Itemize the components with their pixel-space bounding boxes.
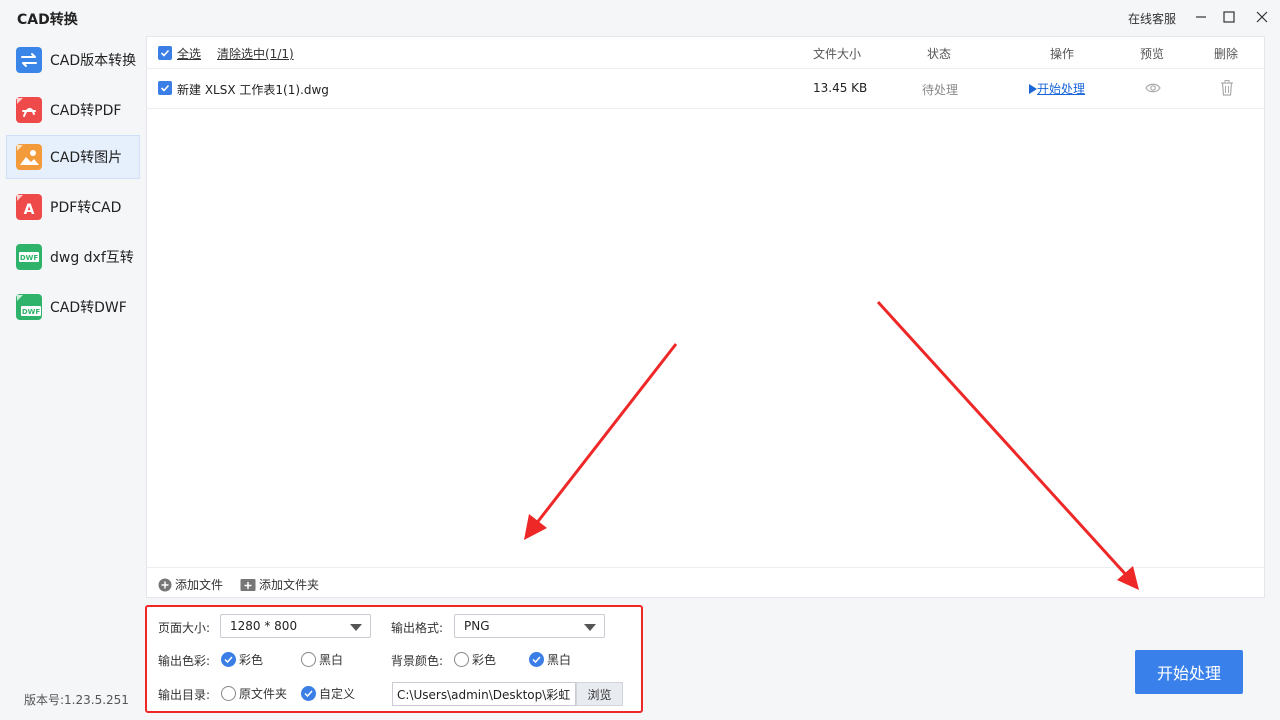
maximize-icon[interactable] [1218,6,1240,28]
start-process-link[interactable]: 开始处理 [1028,80,1085,97]
radio-label: 原文件夹 [239,687,288,701]
radio-label: 黑白 [547,653,572,667]
color-radio-color[interactable]: 彩色 [221,651,263,668]
dwf-icon: DWF [16,244,42,270]
file-size: 13.45 KB [813,81,868,95]
add-file-button[interactable]: 添加文件 [158,576,223,593]
sidebar-item-label: dwg dxf互转 [50,250,134,266]
file-name: 新建 XLSX 工作表1(1).dwg [177,83,329,97]
select-all-checkbox[interactable] [158,46,172,60]
online-service-link[interactable]: 在线客服 [1128,10,1176,27]
browse-button[interactable]: 浏览 [576,682,623,706]
page-size-select[interactable]: 1280 * 800 [220,614,371,638]
file-list-header: 全选 清除选中(1/1) 文件大小 状态 操作 预览 删除 [147,37,1264,69]
sidebar-item-cad-to-image[interactable]: CAD转图片 [6,135,140,179]
sidebar-item-label: CAD转图片 [50,150,123,166]
column-header-preview: 预览 [1140,47,1165,61]
radio-unchecked-icon [301,652,316,667]
play-icon [1029,83,1037,94]
dwf-icon: DWF [16,294,42,320]
radio-label: 自定义 [319,687,356,701]
output-settings-panel: 页面大小: 1280 * 800 输出格式: PNG 输出色彩: 彩色 黑白 背… [145,605,643,713]
output-dir-label: 输出目录: [158,688,211,702]
radio-label: 彩色 [239,653,264,667]
format-value: PNG [464,619,490,633]
sidebar-item-cad-to-dwf[interactable]: DWF CAD转DWF [6,285,140,329]
title-bar: CAD转换 在线客服 [0,0,1280,36]
select-all-link[interactable]: 全选 [177,45,201,62]
column-header-status: 状态 [927,47,952,61]
clear-selection-link[interactable]: 清除选中(1/1) [217,45,294,62]
pdf-icon [16,97,42,123]
svg-text:A: A [24,202,35,218]
dir-radio-custom[interactable]: 自定义 [301,685,355,702]
page-size-label: 页面大小: [158,621,211,635]
dir-radio-original[interactable]: 原文件夹 [221,685,287,702]
column-header-size: 文件大小 [813,47,862,61]
table-row: 新建 XLSX 工作表1(1).dwg 13.45 KB 待处理 开始处理 [147,69,1264,109]
sidebar-item-label: CAD版本转换 [50,53,137,69]
radio-checked-icon [221,652,236,667]
file-status: 待处理 [922,83,959,97]
radio-label: 黑白 [319,653,344,667]
plus-circle-icon [158,578,172,591]
page-size-value: 1280 * 800 [230,619,298,633]
sidebar-item-label: CAD转PDF [50,103,122,119]
version-convert-icon [16,47,42,73]
format-select[interactable]: PNG [454,614,605,638]
chevron-down-icon [584,624,596,631]
bg-color-label: 背景颜色: [391,654,444,668]
add-folder-label: 添加文件夹 [259,578,320,592]
sidebar-item-cad-version[interactable]: CAD版本转换 [6,38,140,82]
svg-text:DWF: DWF [20,254,39,262]
pdf-to-cad-icon: A [16,194,42,220]
sidebar: CAD版本转换 CAD转PDF CAD转图片 A PDF转CAD DWF dwg… [0,36,146,720]
bg-radio-bw[interactable]: 黑白 [529,651,571,668]
file-list-footer: 添加文件 添加文件夹 [147,567,1264,599]
format-label: 输出格式: [391,621,444,635]
bg-radio-color[interactable]: 彩色 [454,651,496,668]
column-header-action: 操作 [1050,47,1075,61]
sidebar-item-label: PDF转CAD [50,200,122,216]
sidebar-item-pdf-to-cad[interactable]: A PDF转CAD [6,185,140,229]
sidebar-item-label: CAD转DWF [50,300,127,316]
minimize-icon[interactable] [1190,6,1212,28]
file-list-panel: 全选 清除选中(1/1) 文件大小 状态 操作 预览 删除 新建 XLSX 工作… [146,36,1265,598]
radio-checked-icon [301,686,316,701]
column-header-delete: 删除 [1214,47,1239,61]
start-process-button[interactable]: 开始处理 [1135,650,1243,694]
radio-unchecked-icon [454,652,469,667]
radio-label: 彩色 [472,653,497,667]
image-icon [16,144,42,170]
eye-icon[interactable] [1145,82,1161,94]
folder-plus-icon [240,578,256,591]
output-path-input[interactable] [392,682,576,706]
color-label: 输出色彩: [158,654,211,668]
svg-text:DWF: DWF [22,308,41,316]
add-folder-button[interactable]: 添加文件夹 [240,576,319,593]
version-label: 版本号:1.23.5.251 [24,693,129,707]
app-title: CAD转换 [17,12,78,28]
add-file-label: 添加文件 [175,578,224,592]
radio-unchecked-icon [221,686,236,701]
radio-checked-icon [529,652,544,667]
row-checkbox[interactable] [158,81,172,95]
sidebar-item-dwg-dxf[interactable]: DWF dwg dxf互转 [6,235,140,279]
chevron-down-icon [350,624,362,631]
close-icon[interactable] [1251,6,1273,28]
trash-icon[interactable] [1220,80,1234,96]
color-radio-bw[interactable]: 黑白 [301,651,343,668]
start-process-label: 开始处理 [1037,82,1086,96]
sidebar-item-cad-to-pdf[interactable]: CAD转PDF [6,88,140,132]
